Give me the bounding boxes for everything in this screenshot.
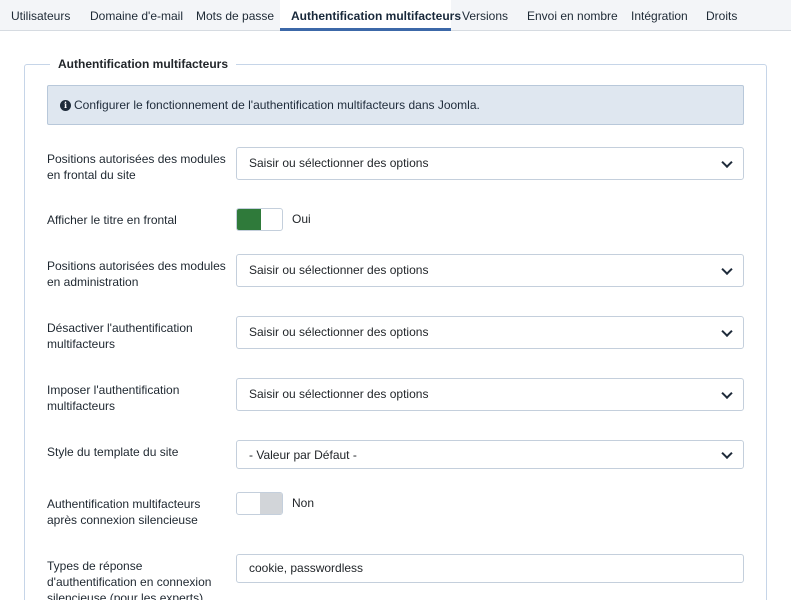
disable-mfa-placeholder: Saisir ou sélectionner des options	[249, 325, 429, 339]
info-icon: i	[60, 99, 71, 111]
chevron-down-icon	[721, 263, 733, 275]
template-style-select[interactable]: - Valeur par Défaut -	[236, 440, 744, 469]
tab-domaine-email[interactable]: Domaine d'e-mail	[79, 0, 194, 31]
disable-mfa-label: Désactiver l'authentification multifacte…	[47, 321, 193, 351]
silent-mfa-value: Non	[292, 496, 315, 510]
toggle-on-indicator	[237, 209, 261, 230]
frontend-positions-label: Positions autorisées des modules en fron…	[47, 152, 226, 182]
tab-droits[interactable]: Droits	[695, 0, 748, 31]
silent-types-label: Types de réponse d'authentification en c…	[47, 559, 212, 600]
chevron-down-icon	[721, 156, 733, 168]
chevron-down-icon	[721, 325, 733, 337]
chevron-down-icon	[721, 447, 733, 459]
tab-integration[interactable]: Intégration	[620, 0, 699, 31]
show-title-toggle[interactable]	[236, 208, 283, 231]
admin-positions-select[interactable]: Saisir ou sélectionner des options	[236, 254, 744, 287]
template-style-value: - Valeur par Défaut -	[249, 448, 357, 462]
show-title-value: Oui	[292, 212, 311, 226]
fieldset-legend: Authentification multifacteurs	[50, 56, 237, 72]
tab-mots-de-passe[interactable]: Mots de passe	[185, 0, 285, 31]
force-mfa-placeholder: Saisir ou sélectionner des options	[249, 387, 429, 401]
tab-envoi-en-nombre[interactable]: Envoi en nombre	[516, 0, 629, 31]
force-mfa-select[interactable]: Saisir ou sélectionner des options	[236, 378, 744, 411]
template-style-label: Style du template du site	[47, 445, 179, 459]
force-mfa-label: Imposer l'authentification multifacteurs	[47, 383, 180, 413]
tab-versions[interactable]: Versions	[451, 0, 519, 31]
admin-positions-placeholder: Saisir ou sélectionner des options	[249, 263, 429, 277]
silent-mfa-toggle[interactable]	[236, 492, 283, 515]
tab-authentification-multifacteurs[interactable]: Authentification multifacteurs	[280, 0, 461, 31]
frontend-positions-select[interactable]: Saisir ou sélectionner des options	[236, 147, 744, 180]
info-alert: i Configurer le fonctionnement de l'auth…	[47, 85, 744, 125]
silent-mfa-label: Authentification multifacteurs après con…	[47, 497, 201, 527]
show-title-label: Afficher le titre en frontal	[47, 213, 177, 227]
frontend-positions-placeholder: Saisir ou sélectionner des options	[249, 156, 429, 170]
tab-utilisateurs[interactable]: Utilisateurs	[0, 0, 81, 31]
admin-positions-label: Positions autorisées des modules en admi…	[47, 259, 226, 289]
chevron-down-icon	[721, 387, 733, 399]
silent-types-input[interactable]: cookie, passwordless	[236, 554, 744, 583]
toggle-off-indicator	[260, 493, 282, 514]
tab-bar: Utilisateurs Domaine d'e-mail Mots de pa…	[0, 0, 791, 31]
disable-mfa-select[interactable]: Saisir ou sélectionner des options	[236, 316, 744, 349]
info-alert-text: Configurer le fonctionnement de l'authen…	[74, 98, 480, 112]
